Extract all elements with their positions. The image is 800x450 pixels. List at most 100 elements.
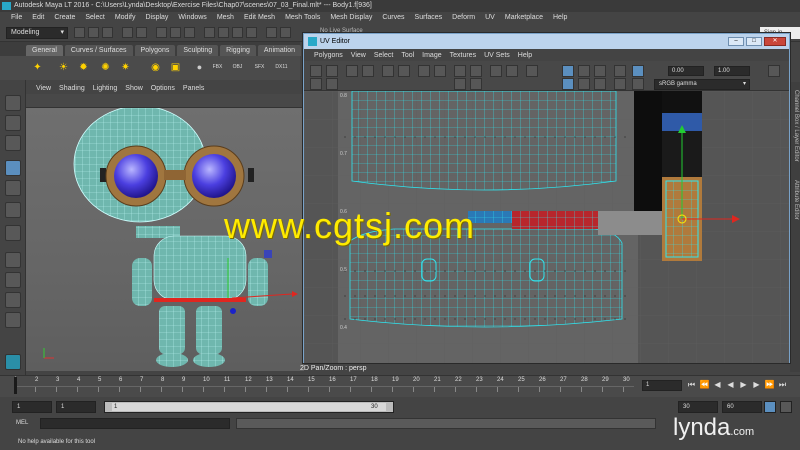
menu-curves[interactable]: Curves	[377, 12, 409, 24]
select-object-icon[interactable]	[170, 27, 181, 38]
uv-shade-icon[interactable]	[614, 65, 626, 77]
menu-surfaces[interactable]: Surfaces	[410, 12, 448, 24]
side-by-side-layout-icon[interactable]	[5, 292, 21, 308]
tab-general[interactable]: General	[26, 45, 63, 56]
shader-icon[interactable]: ▣	[168, 60, 183, 75]
attribute-editor-tab[interactable]: Attribute Editor	[791, 180, 799, 220]
go-to-start-icon[interactable]: ⏮	[686, 379, 697, 391]
tab-curves-surfaces[interactable]: Curves / Surfaces	[64, 45, 133, 56]
obj-export-icon[interactable]: OBJ	[230, 60, 245, 75]
menu-mesh-tools[interactable]: Mesh Tools	[280, 12, 325, 24]
playback-end-field[interactable]: 30	[678, 401, 718, 413]
sphere-icon[interactable]: ●	[192, 60, 207, 75]
uv-cut-icon[interactable]	[382, 65, 394, 77]
uv-layout-icon[interactable]	[434, 65, 446, 77]
menu-marketplace[interactable]: Marketplace	[500, 12, 548, 24]
range-slider-track[interactable]	[112, 403, 386, 411]
fbx-export-icon[interactable]: FBX	[210, 60, 225, 75]
maximize-button[interactable]: □	[746, 37, 762, 46]
uv-menu-view[interactable]: View	[347, 52, 370, 59]
uv-straighten-icon[interactable]	[490, 65, 502, 77]
current-frame-field[interactable]: 1	[642, 380, 682, 391]
uv-frame-selection-icon[interactable]	[470, 78, 482, 90]
save-scene-icon[interactable]	[102, 27, 113, 38]
channel-box-tab[interactable]: Channel Box / Layer Editor	[791, 90, 799, 162]
play-forward-icon[interactable]: ▶	[738, 379, 749, 391]
point-light-icon[interactable]: ☀	[56, 60, 71, 75]
uv-pixel-snap-icon[interactable]	[594, 65, 606, 77]
uv-ortho-icon[interactable]	[614, 78, 626, 90]
uv-editor-titlebar[interactable]: UV Editor – □ ✕	[304, 34, 789, 49]
uv-rotate-icon[interactable]	[326, 65, 338, 77]
redo-icon[interactable]	[136, 27, 147, 38]
uv-menu-uv-sets[interactable]: UV Sets	[480, 52, 514, 59]
uv-image-display-icon[interactable]	[562, 65, 574, 77]
select-tool-icon[interactable]	[5, 95, 21, 111]
spot-light-icon[interactable]: ✹	[76, 60, 91, 75]
menu-create[interactable]: Create	[49, 12, 80, 24]
uv-select-icon[interactable]	[454, 65, 466, 77]
move-tool-icon[interactable]	[5, 160, 21, 176]
uv-menu-tool[interactable]: Tool	[397, 52, 418, 59]
snap-point-icon[interactable]	[232, 27, 243, 38]
menu-uv[interactable]: UV	[480, 12, 500, 24]
rotate-tool-icon[interactable]	[5, 180, 21, 196]
uv-checker-icon[interactable]	[632, 65, 644, 77]
uv-normalize-icon[interactable]	[526, 65, 538, 77]
uv-menu-polygons[interactable]: Polygons	[310, 52, 347, 59]
undo-icon[interactable]	[122, 27, 133, 38]
snap-curve-icon[interactable]	[218, 27, 229, 38]
minimize-button[interactable]: –	[728, 37, 744, 46]
uv-isolate-icon[interactable]	[594, 78, 606, 90]
paint-select-icon[interactable]	[5, 135, 21, 151]
color-space-dropdown[interactable]: sRGB gamma ▾	[654, 79, 750, 90]
render-icon[interactable]	[266, 27, 277, 38]
menu-select[interactable]: Select	[80, 12, 109, 24]
step-back-frame-icon[interactable]: ◀︎	[712, 379, 723, 391]
uv-snap-icon[interactable]	[362, 65, 374, 77]
step-forward-key-icon[interactable]: ⏩	[764, 379, 775, 391]
gamma-field[interactable]: 1.00	[714, 66, 750, 76]
vp-menu-shading[interactable]: Shading	[55, 85, 89, 92]
outliner-layout-icon[interactable]	[5, 312, 21, 328]
uv-stack-icon[interactable]	[506, 65, 518, 77]
mode-dropdown[interactable]: Modeling ▾	[6, 27, 68, 39]
tab-sculpting[interactable]: Sculpting	[177, 45, 219, 56]
range-slider[interactable]	[104, 401, 394, 413]
area-light-icon[interactable]: ✺	[98, 60, 113, 75]
snap-grid-icon[interactable]	[204, 27, 215, 38]
animation-start-field[interactable]: 1	[12, 401, 52, 413]
uv-menu-help[interactable]: Help	[514, 52, 536, 59]
uv-menu-select[interactable]: Select	[370, 52, 397, 59]
animation-end-field[interactable]: 60	[722, 401, 762, 413]
uv-distortion-icon[interactable]	[578, 78, 590, 90]
dx11-icon[interactable]: DX11	[274, 60, 289, 75]
select-component-icon[interactable]	[184, 27, 195, 38]
uv-flip-icon[interactable]	[310, 65, 322, 77]
go-to-end-icon[interactable]: ⏭	[777, 379, 788, 391]
tab-polygons[interactable]: Polygons	[134, 45, 176, 56]
select-hierarchy-icon[interactable]	[156, 27, 167, 38]
sfx-icon[interactable]: SFX	[252, 60, 267, 75]
menu-deform[interactable]: Deform	[447, 12, 480, 24]
menu-display[interactable]: Display	[140, 12, 173, 24]
snap-surface-icon[interactable]	[246, 27, 257, 38]
uv-menu-image[interactable]: Image	[418, 52, 445, 59]
uv-toggle-filter-icon[interactable]	[310, 78, 322, 90]
directional-light-icon[interactable]: ✷	[118, 60, 133, 75]
vp-menu-show[interactable]: Show	[121, 85, 147, 92]
play-backward-icon[interactable]: ◀	[725, 379, 736, 391]
auto-key-icon[interactable]	[764, 401, 776, 413]
menu-help[interactable]: Help	[548, 12, 572, 24]
tab-animation[interactable]: Animation	[257, 45, 302, 56]
uv-sew-icon[interactable]	[398, 65, 410, 77]
vp-menu-view[interactable]: View	[32, 85, 55, 92]
vp-menu-lighting[interactable]: Lighting	[89, 85, 122, 92]
uv-frame-all-icon[interactable]	[454, 78, 466, 90]
mel-label[interactable]: MEL	[16, 420, 28, 426]
menu-edit-mesh[interactable]: Edit Mesh	[239, 12, 280, 24]
uv-menu-textures[interactable]: Textures	[446, 52, 480, 59]
uv-view-transform-icon[interactable]	[768, 65, 780, 77]
scale-tool-icon[interactable]	[5, 202, 21, 218]
new-scene-icon[interactable]	[74, 27, 85, 38]
